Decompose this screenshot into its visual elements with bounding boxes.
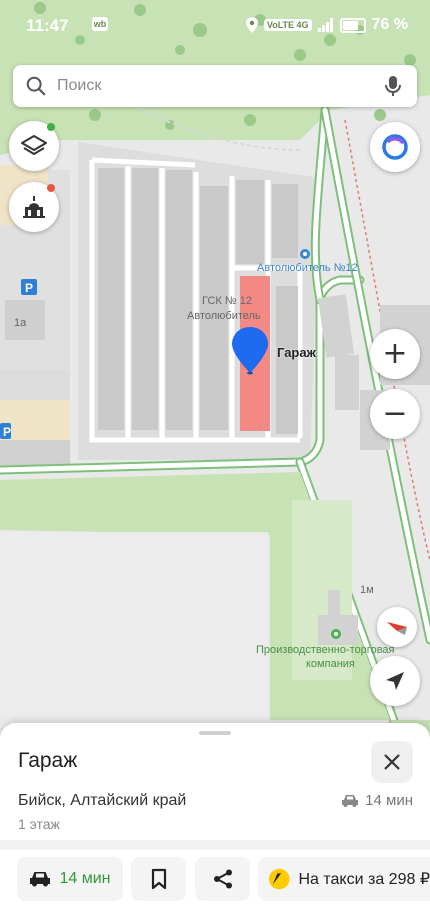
landmark-icon [23, 196, 45, 218]
taxi-icon [268, 868, 290, 890]
plus-icon: + [382, 336, 408, 371]
minus-icon: − [382, 396, 408, 431]
alice-icon [382, 134, 408, 160]
battery-level: 76 % [371, 16, 408, 33]
zoom-in-button[interactable]: + [370, 329, 420, 379]
route-car-button[interactable]: 14 мин [17, 857, 123, 901]
layers-icon [21, 135, 47, 155]
house-number-label: 1м [360, 584, 374, 596]
company-label-2: компания [306, 658, 355, 670]
parking-sign: P [25, 281, 33, 295]
compass-icon [387, 622, 407, 635]
alice-assistant-button[interactable] [370, 122, 420, 172]
status-dot [47, 123, 55, 131]
taxi-button[interactable]: На такси за 298 ₽ [258, 857, 430, 901]
close-icon [384, 754, 400, 770]
share-button[interactable] [195, 857, 250, 901]
compass-button[interactable] [377, 607, 417, 647]
status-dot [47, 184, 55, 192]
location-icon [245, 17, 258, 33]
close-button[interactable] [371, 741, 413, 783]
place-address: Бийск, Алтайский край [18, 792, 187, 809]
place-floor: 1 этаж [18, 816, 60, 832]
action-bar: 14 мин На такси за 298 ₽ [0, 857, 430, 902]
status-time: 11:47 [26, 16, 69, 35]
signal-icon [317, 18, 333, 32]
gsk-label: ГСК № 12 [202, 295, 252, 307]
microphone-icon[interactable] [381, 74, 405, 98]
status-bar: 11:47 wb VoLTE 4G 76 % [0, 0, 430, 50]
poi-label-autolub[interactable]: Автолюбитель №12 [257, 262, 358, 274]
car-icon [30, 872, 51, 887]
network-badge: VoLTE 4G [263, 19, 312, 31]
bookmark-button[interactable] [131, 857, 186, 901]
zoom-out-button[interactable]: − [370, 389, 420, 439]
selected-object-label: Гараж [277, 345, 316, 360]
location-pin-icon [230, 325, 270, 375]
gsk-label-2: Автолюбитель [187, 310, 261, 322]
travel-time-value: 14 мин [365, 792, 413, 809]
parking-sign: P [3, 425, 11, 439]
status-indicators: VoLTE 4G 76 % [245, 16, 408, 34]
taxi-price: На такси за 298 ₽ [298, 871, 430, 888]
bookmark-icon [151, 868, 166, 890]
car-icon [342, 794, 359, 807]
divider [0, 840, 430, 850]
search-icon [26, 76, 46, 96]
search-bar[interactable] [13, 65, 417, 107]
share-icon [213, 869, 232, 889]
company-label[interactable]: Производственно-торговая [256, 644, 394, 656]
app-notification-icon: wb [92, 17, 108, 31]
battery-icon [339, 17, 366, 33]
drag-handle[interactable] [199, 731, 231, 735]
search-input[interactable] [57, 65, 357, 107]
route-time: 14 мин [59, 870, 111, 887]
landmarks-button[interactable] [9, 182, 59, 232]
place-title: Гараж [18, 749, 78, 772]
location-arrow-icon [386, 672, 404, 690]
layers-button[interactable] [9, 121, 59, 171]
travel-time: 14 мин [341, 792, 413, 809]
my-location-button[interactable] [370, 656, 420, 706]
house-number-label: 1а [14, 317, 27, 329]
